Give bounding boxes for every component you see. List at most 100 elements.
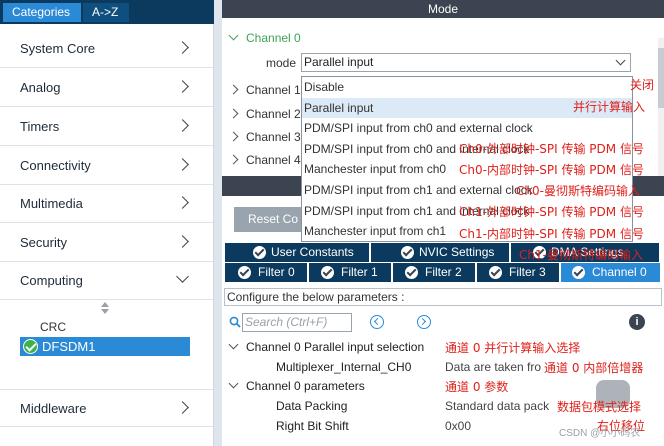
check-circle-icon — [253, 246, 266, 259]
tab-filter-2[interactable]: Filter 2 — [393, 263, 476, 282]
param-multiplexer-internal: Multiplexer_Internal_CH0 — [276, 360, 412, 374]
tab-filter-0[interactable]: Filter 0 — [225, 263, 308, 282]
check-circle-icon — [405, 266, 418, 279]
tab-user-constants[interactable]: User Constants — [225, 243, 370, 262]
sidebar-item-analog[interactable]: Analog — [0, 69, 213, 107]
category-tab-bar: Categories A->Z — [0, 0, 214, 24]
tree-item-channel-3[interactable]: Channel 3 — [228, 130, 301, 144]
check-circle-icon — [321, 266, 334, 279]
param-value-right-bit-shift[interactable]: 0x00 — [445, 419, 471, 433]
tab-label: Filter 2 — [425, 265, 462, 279]
annotation-parallel-selection: 通道 0 并行计算输入选择 — [445, 341, 581, 355]
sort-icon[interactable] — [100, 302, 110, 314]
sidebar-item-middleware[interactable]: Middleware — [0, 389, 213, 427]
sidebar-subitem-dfsdm1[interactable]: DFSDM1 — [20, 337, 190, 356]
chevron-right-icon — [228, 84, 239, 95]
channel-label: Channel 4 — [246, 153, 301, 167]
param-value-multiplexer[interactable]: Data are taken fro — [445, 360, 541, 374]
sidebar-subitem-crc[interactable]: CRC — [40, 320, 66, 334]
search-previous-button[interactable] — [370, 315, 384, 329]
chevron-down-icon — [228, 378, 239, 389]
mode-header: Mode — [222, 0, 664, 18]
mode-select-value: Parallel input — [304, 55, 374, 69]
sidebar-item-label: Timers — [20, 119, 60, 134]
info-icon[interactable]: i — [629, 314, 645, 330]
annotation-ch1-ext: Ch1-外部时钟-SPI 传输 PDM 信号 — [459, 205, 644, 219]
sidebar-item-label: Middleware — [20, 401, 87, 416]
categories-sidebar: Categories A->Z System Core Analog Timer… — [0, 0, 214, 446]
tab-label: Filter 1 — [341, 265, 378, 279]
annotation-ch1-int: Ch1-内部时钟-SPI 传输 PDM 信号 — [459, 227, 644, 241]
chevron-down-icon — [228, 339, 239, 350]
sidebar-item-timers[interactable]: Timers — [0, 108, 213, 146]
chevron-right-icon — [176, 80, 189, 93]
tab-a-to-z[interactable]: A->Z — [83, 3, 129, 22]
tree-item-channel-0[interactable]: Channel 0 — [228, 30, 301, 45]
watermark: CSDN @小小码农 — [559, 428, 641, 439]
chevron-right-icon — [176, 41, 189, 54]
check-circle-icon — [489, 266, 502, 279]
chevron-right-icon — [176, 235, 189, 248]
chevron-right-icon — [176, 196, 189, 209]
sidebar-item-label: Analog — [20, 80, 61, 95]
tree-item-channel-2[interactable]: Channel 2 — [228, 107, 301, 121]
annotation-data-packing: 数据包模式选择 — [557, 400, 642, 414]
sidebar-item-computing[interactable]: Computing — [0, 262, 213, 300]
check-circle-icon — [401, 246, 414, 259]
main-panel: Mode Channel 0 mode Parallel input Chann… — [222, 0, 664, 446]
chevron-down-icon — [228, 30, 239, 41]
tab-label: User Constants — [271, 245, 354, 259]
dropdown-option[interactable]: Disable — [302, 77, 632, 98]
param-right-bit-shift: Right Bit Shift — [276, 419, 349, 433]
mode-label: mode — [266, 56, 297, 70]
annotation-multiplexer: 通道 0 内部倍增器 — [544, 361, 644, 375]
annotation-disable: 关闭 — [630, 78, 655, 92]
check-circle-icon — [238, 266, 251, 279]
sidebar-item-connectivity[interactable]: Connectivity — [0, 147, 213, 185]
search-next-button[interactable] — [417, 315, 431, 329]
annotation-ch0-int: Ch0-内部时钟-SPI 传输 PDM 信号 — [459, 163, 644, 177]
mode-scrollbar[interactable] — [658, 38, 664, 188]
search-input[interactable]: Search (Ctrl+F) — [242, 313, 352, 332]
sidebar-item-security[interactable]: Security — [0, 224, 213, 262]
tab-filter-3[interactable]: Filter 3 — [477, 263, 560, 282]
sidebar-item-label: Computing — [20, 273, 83, 288]
sidebar-item-label: Connectivity — [20, 158, 91, 173]
param-group-parallel-input[interactable]: Channel 0 Parallel input selection — [228, 339, 425, 354]
sidebar-subitem-label: DFSDM1 — [42, 339, 96, 354]
tab-categories[interactable]: Categories — [3, 3, 81, 22]
configuration-description: Configure the below parameters : — [224, 288, 662, 306]
annotation-ch1-manchester: Ch1-曼彻斯特编码输入 — [519, 248, 643, 262]
mode-select[interactable]: Parallel input — [301, 53, 631, 72]
param-group-label: Channel 0 Parallel input selection — [246, 340, 425, 354]
annotation-channel-params: 通道 0 参数 — [445, 380, 509, 394]
tab-label: NVIC Settings — [419, 245, 495, 259]
sidebar-item-multimedia[interactable]: Multimedia — [0, 185, 213, 223]
scrollbar-thumb[interactable] — [658, 48, 664, 108]
param-group-channel-0[interactable]: Channel 0 parameters — [228, 378, 365, 393]
tab-channel-0[interactable]: Channel 0 — [561, 263, 661, 282]
tab-label: Filter 0 — [258, 265, 295, 279]
chevron-right-icon — [176, 119, 189, 132]
chevron-right-icon — [228, 108, 239, 119]
channel-label: Channel 3 — [246, 130, 301, 144]
dropdown-option[interactable]: PDM/SPI input from ch0 and external cloc… — [302, 118, 632, 139]
sidebar-item-label: Multimedia — [20, 196, 83, 211]
tree-item-channel-4[interactable]: Channel 4 — [228, 153, 301, 167]
tab-label: Filter 3 — [509, 265, 546, 279]
tree-item-channel-1[interactable]: Channel 1 — [228, 83, 301, 97]
chevron-down-icon — [615, 55, 626, 66]
param-group-label: Channel 0 parameters — [246, 379, 365, 393]
panel-splitter[interactable] — [214, 0, 222, 446]
chevron-right-icon — [228, 154, 239, 165]
sidebar-item-system-core[interactable]: System Core — [0, 30, 213, 68]
sidebar-item-label: Security — [20, 235, 67, 250]
channel-label: Channel 1 — [246, 83, 301, 97]
tab-filter-1[interactable]: Filter 1 — [309, 263, 392, 282]
chevron-down-icon — [176, 270, 189, 283]
annotation-ch0-ext: Ch0-外部时钟-SPI 传输 PDM 信号 — [459, 142, 644, 156]
param-data-packing: Data Packing — [276, 399, 348, 413]
check-circle-icon — [23, 339, 38, 354]
param-value-data-packing[interactable]: Standard data pack — [445, 399, 549, 413]
tab-nvic-settings[interactable]: NVIC Settings — [371, 243, 510, 262]
